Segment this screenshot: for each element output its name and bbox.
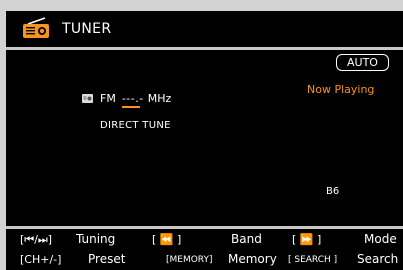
- search-label: Search: [357, 252, 399, 266]
- band-key[interactable]: [ ⏪ ]: [152, 233, 181, 246]
- memory-label: Memory: [228, 252, 277, 266]
- frequency-unit: MHz: [147, 91, 172, 105]
- small-radio-icon: [82, 94, 93, 103]
- frequency-value[interactable]: ---.-: [121, 91, 144, 108]
- memory-key[interactable]: [MEMORY]: [166, 255, 213, 265]
- tuning-label: Tuning: [76, 232, 116, 246]
- direct-tune-label: DIRECT TUNE: [100, 120, 171, 131]
- mode-key[interactable]: [ ⏩ ]: [292, 233, 321, 246]
- top-bezel: [0, 0, 403, 11]
- frequency-digits: ---.-: [121, 91, 144, 105]
- auto-mode-badge: AUTO: [336, 54, 389, 71]
- header: TUNER: [6, 11, 403, 47]
- page-title: TUNER: [62, 21, 112, 37]
- radio-icon: [23, 17, 49, 38]
- preset-key[interactable]: [CH+/-]: [20, 253, 61, 266]
- band-label: FM: [100, 91, 116, 105]
- search-key[interactable]: [ SEARCH ]: [288, 255, 337, 265]
- band-key-label: Band: [231, 232, 262, 246]
- tuner-screen: TUNER AUTO Now Playing FM ---.- MHz DIRE…: [0, 0, 403, 270]
- preset-code: B6: [326, 186, 340, 197]
- now-playing-label: Now Playing: [307, 83, 375, 96]
- mode-key-label: Mode: [364, 232, 397, 246]
- key-guide: [⏮/⏭] Tuning [ ⏪ ] Band [ ⏩ ] Mode [CH+/…: [6, 229, 403, 270]
- tuner-main-panel: AUTO Now Playing FM ---.- MHz DIRECT TUN…: [6, 50, 403, 226]
- tuning-key[interactable]: [⏮/⏭]: [20, 233, 52, 247]
- preset-label: Preset: [88, 252, 126, 266]
- input-cursor: [121, 105, 140, 108]
- frequency-readout: FM ---.- MHz: [82, 90, 172, 108]
